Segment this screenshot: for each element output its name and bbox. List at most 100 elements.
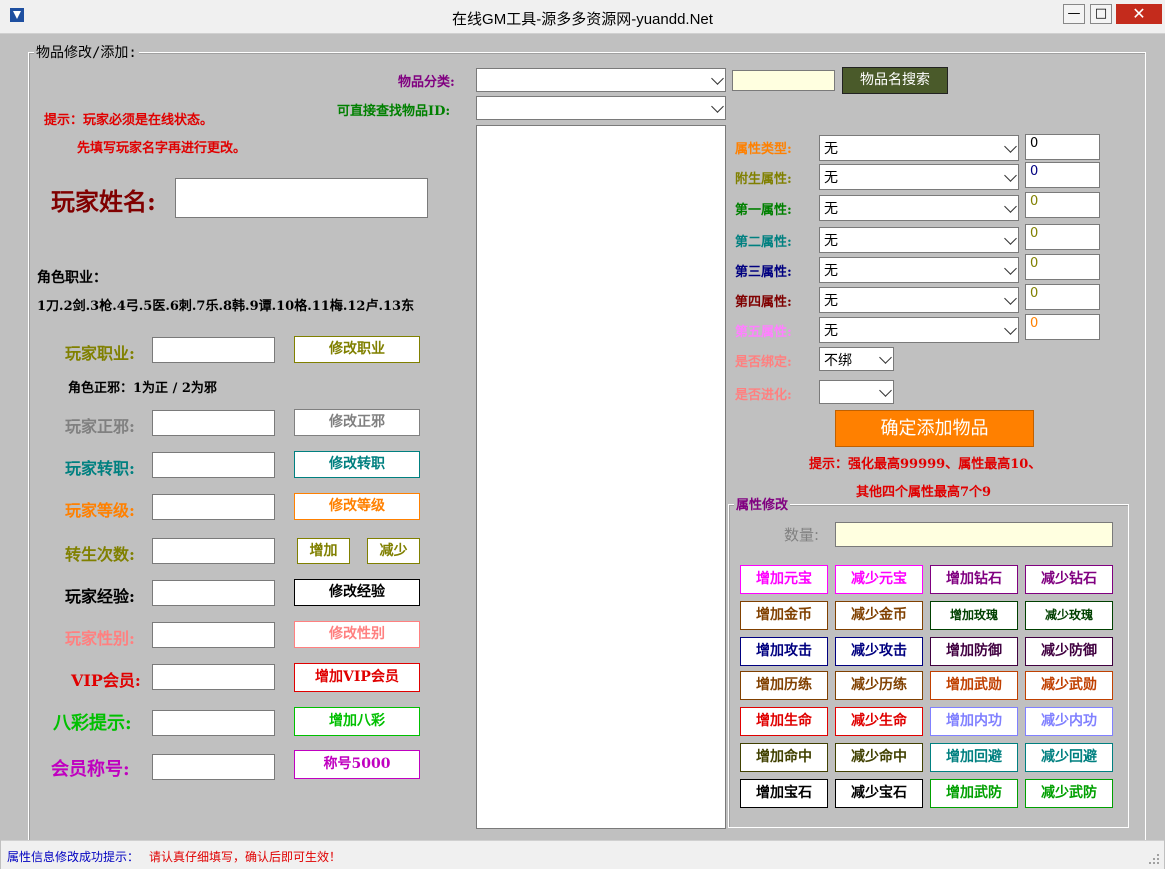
quantity-label: 数量: [784,526,820,544]
item-search-input[interactable] [732,70,835,91]
sub-dodge-button[interactable]: 减少回避 [1025,743,1113,772]
attr-fourth-value: 无 [824,293,838,309]
add-neigong-button[interactable]: 增加内功 [930,707,1018,736]
rebirth-add-button[interactable]: 增加 [297,538,350,564]
add-vip-button[interactable]: 增加VIP会员 [294,663,420,692]
sub-hit-button[interactable]: 减少命中 [835,743,923,772]
sub-neigong-button[interactable]: 减少内功 [1025,707,1113,736]
modify-gender-button[interactable]: 修改性别 [294,621,420,648]
close-button[interactable]: ✕ [1116,4,1162,24]
tip-line-1: 提示：玩家必须是在线状态。 [44,113,214,128]
sub-wufang-button[interactable]: 减少武防 [1025,779,1113,808]
item-search-button[interactable]: 物品名搜索 [842,67,948,94]
player-job-input[interactable] [152,337,275,363]
bacai-input[interactable] [152,710,275,736]
add-hp-button[interactable]: 增加生命 [740,707,828,736]
maximize-button[interactable]: □ [1090,4,1112,24]
member-title-input[interactable] [152,754,275,780]
vip-input[interactable] [152,664,275,690]
sub-lilian-button[interactable]: 减少历练 [835,671,923,700]
attr-type-select[interactable]: 无 [819,135,1019,161]
attr-fourth-label: 第四属性: [735,295,792,310]
attr-first-select[interactable]: 无 [819,195,1019,221]
add-wufang-button[interactable]: 增加武防 [930,779,1018,808]
add-gem-button[interactable]: 增加宝石 [740,779,828,808]
add-jinbi-button[interactable]: 增加金币 [740,601,828,630]
chevron-down-icon [1004,262,1017,275]
sub-wuxun-button[interactable]: 减少武勋 [1025,671,1113,700]
attr-fusheng-label: 附生属性: [735,172,792,187]
attr-second-value: 无 [824,233,838,249]
add-hit-button[interactable]: 增加命中 [740,743,828,772]
add-item-button[interactable]: 确定添加物品 [835,410,1034,447]
player-name-input[interactable] [175,178,428,218]
modify-job-button[interactable]: 修改职业 [294,336,420,363]
attr-type-input[interactable]: 0 [1025,134,1100,160]
sub-meigui-button[interactable]: 减少玫瑰 [1025,601,1113,630]
add-wuxun-button[interactable]: 增加武勋 [930,671,1018,700]
attr-fusheng-input[interactable]: 0 [1025,162,1100,188]
zhengxie-info: 角色正邪：1为正 / 2为邪 [68,381,217,396]
sub-jinbi-button[interactable]: 减少金币 [835,601,923,630]
sub-attack-button[interactable]: 减少攻击 [835,637,923,666]
sub-yuanbao-button[interactable]: 减少元宝 [835,565,923,594]
chevron-down-icon [1004,140,1017,153]
sub-defense-button[interactable]: 减少防御 [1025,637,1113,666]
attr-fifth-input[interactable]: 0 [1025,314,1100,340]
rebirth-count-input[interactable] [152,538,275,564]
quantity-input[interactable] [835,522,1113,547]
player-level-input[interactable] [152,494,275,520]
minimize-button[interactable]: — [1063,4,1085,24]
player-zhengxie-input[interactable] [152,410,275,436]
item-id-select[interactable] [476,96,726,120]
modify-zhengxie-button[interactable]: 修改正邪 [294,409,420,436]
attr-fourth-select[interactable]: 无 [819,287,1019,313]
title-5000-button[interactable]: 称号5000 [294,750,420,779]
add-dodge-button[interactable]: 增加回避 [930,743,1018,772]
attr-second-input[interactable]: 0 [1025,224,1100,250]
add-attack-button[interactable]: 增加攻击 [740,637,828,666]
chevron-down-icon [711,100,724,113]
attr-third-label: 第三属性: [735,265,792,280]
chevron-down-icon [879,351,892,364]
modify-exp-button[interactable]: 修改经验 [294,579,420,606]
rebirth-sub-button[interactable]: 减少 [367,538,420,564]
add-lilian-button[interactable]: 增加历练 [740,671,828,700]
resize-grip-icon[interactable] [1148,853,1160,865]
sub-zuanshi-button[interactable]: 减少钻石 [1025,565,1113,594]
player-exp-input[interactable] [152,580,275,606]
job-info-title: 角色职业： [37,270,107,286]
player-gender-input[interactable] [152,622,275,648]
attr-first-input[interactable]: 0 [1025,192,1100,218]
bacai-label: 八彩提示: [53,713,132,734]
player-zhuanzhi-input[interactable] [152,452,275,478]
attr-third-value: 无 [824,263,838,279]
evolve-select[interactable] [819,380,894,404]
add-meigui-button[interactable]: 增加玫瑰 [930,601,1018,630]
attr-third-input[interactable]: 0 [1025,254,1100,280]
item-category-select[interactable] [476,68,726,92]
add-zuanshi-button[interactable]: 增加钻石 [930,565,1018,594]
group-title: 物品修改/添加: [34,42,139,62]
player-zhuanzhi-label: 玩家转职: [65,459,135,478]
sub-gem-button[interactable]: 减少宝石 [835,779,923,808]
attr-third-select[interactable]: 无 [819,257,1019,283]
add-yuanbao-button[interactable]: 增加元宝 [740,565,828,594]
bind-value: 不绑 [824,353,852,369]
attr-fourth-input[interactable]: 0 [1025,284,1100,310]
attr-fifth-select[interactable]: 无 [819,317,1019,343]
add-defense-button[interactable]: 增加防御 [930,637,1018,666]
bind-select[interactable]: 不绑 [819,347,894,371]
item-list[interactable] [476,125,726,829]
modify-level-button[interactable]: 修改等级 [294,493,420,520]
attr-second-select[interactable]: 无 [819,227,1019,253]
attr-fusheng-select[interactable]: 无 [819,164,1019,190]
modify-zhuanzhi-button[interactable]: 修改转职 [294,451,420,478]
chevron-down-icon [879,384,892,397]
chevron-down-icon [711,72,724,85]
attr-fusheng-value: 无 [824,170,838,186]
attr-type-label: 属性类型: [735,142,792,157]
attr-fifth-value: 无 [824,323,838,339]
add-bacai-button[interactable]: 增加八彩 [294,707,420,736]
sub-hp-button[interactable]: 减少生命 [835,707,923,736]
